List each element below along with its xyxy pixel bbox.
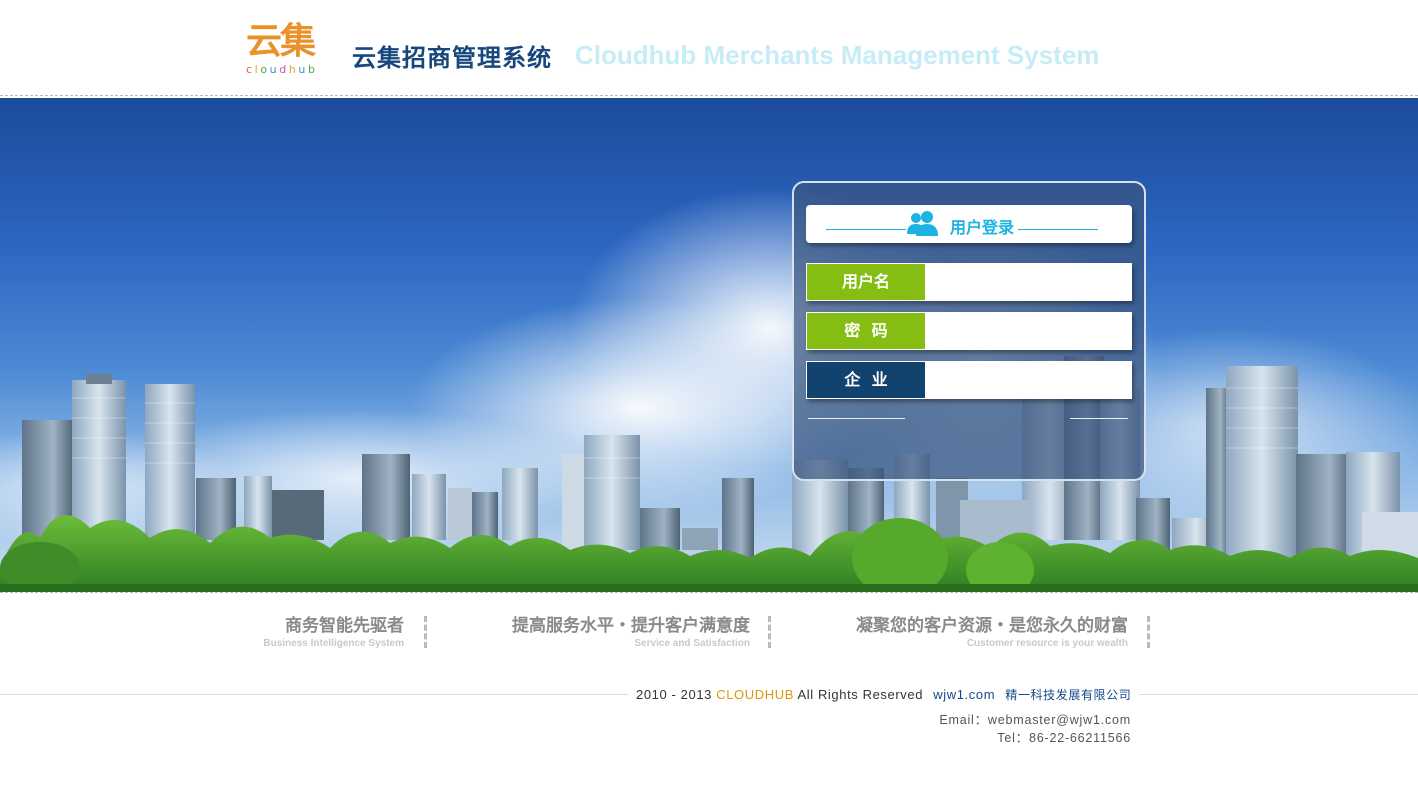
slogan-separator — [1147, 616, 1150, 648]
company-link[interactable]: 精一科技发展有限公司 — [1005, 688, 1131, 702]
site-link[interactable]: wjw1.com — [933, 687, 995, 702]
password-input[interactable] — [926, 313, 1130, 349]
login-title: 用户登录 — [950, 218, 1015, 237]
password-label: 密 码 — [807, 313, 925, 349]
slogan-separator — [768, 616, 771, 648]
login-title-bar: 用户登录 — [806, 205, 1132, 243]
slogan-3-en: Customer resource is your wealth — [966, 638, 1128, 649]
username-label: 用户名 — [807, 264, 925, 300]
cloudhub-logo[interactable]: 云集 cloudhub — [246, 22, 326, 78]
slogan-separator — [424, 616, 427, 648]
slogan-2-cn: 提高服务水平・提升客户满意度 — [512, 616, 750, 636]
header-divider — [0, 95, 1418, 96]
panel-rule-left — [808, 418, 905, 419]
company-label: 企 业 — [807, 362, 925, 398]
password-field: 密 码 — [806, 312, 1132, 350]
banner-divider — [0, 592, 1418, 593]
copyright-rights: All Rights Reserved — [797, 687, 924, 702]
slogan-2: 提高服务水平・提升客户满意度 Service and Satisfaction — [512, 614, 750, 650]
title-line-left — [826, 229, 906, 230]
username-field: 用户名 — [806, 263, 1132, 301]
slogan-1-cn: 商务智能先驱者 — [285, 616, 404, 636]
copyright-years: 2010 - 2013 — [636, 687, 712, 702]
title-line-right — [1018, 229, 1098, 230]
slogan-1: 商务智能先驱者 Business Intelligence System — [263, 614, 404, 650]
panel-rule-right — [1070, 418, 1128, 419]
company-field: 企 业 — [806, 361, 1132, 399]
logo-en-text: cloudhub — [246, 63, 318, 76]
city-banner — [0, 98, 1418, 592]
header: 云集 cloudhub 云集招商管理系统 Cloudhub Merchants … — [0, 0, 1418, 96]
slogan-1-en: Business Intelligence System — [263, 638, 404, 649]
users-icon — [906, 210, 942, 238]
footer-tel: Tel：86-22-66211566 — [997, 731, 1131, 745]
slogan-2-en: Service and Satisfaction — [634, 638, 750, 649]
footer-email: Email：webmaster@wjw1.com — [939, 713, 1131, 727]
system-title-en: Cloudhub Merchants Management System — [575, 40, 1100, 70]
logo-cn-text: 云集 — [246, 21, 316, 62]
copyright-brand: CLOUDHUB — [716, 687, 794, 702]
slogan-3: 凝聚您的客户资源・是您永久的财富 Customer resource is yo… — [856, 614, 1128, 650]
copyright: 2010 - 2013 CLOUDHUB All Rights Reserved… — [628, 686, 1140, 703]
username-input[interactable] — [926, 264, 1130, 300]
company-input[interactable] — [926, 362, 1130, 398]
system-title-cn: 云集招商管理系统 — [352, 44, 552, 72]
city-skyline-illustration — [0, 188, 1418, 592]
login-panel: 用户登录 用户名 密 码 企 业 — [792, 181, 1146, 481]
slogan-3-cn: 凝聚您的客户资源・是您永久的财富 — [856, 616, 1128, 636]
